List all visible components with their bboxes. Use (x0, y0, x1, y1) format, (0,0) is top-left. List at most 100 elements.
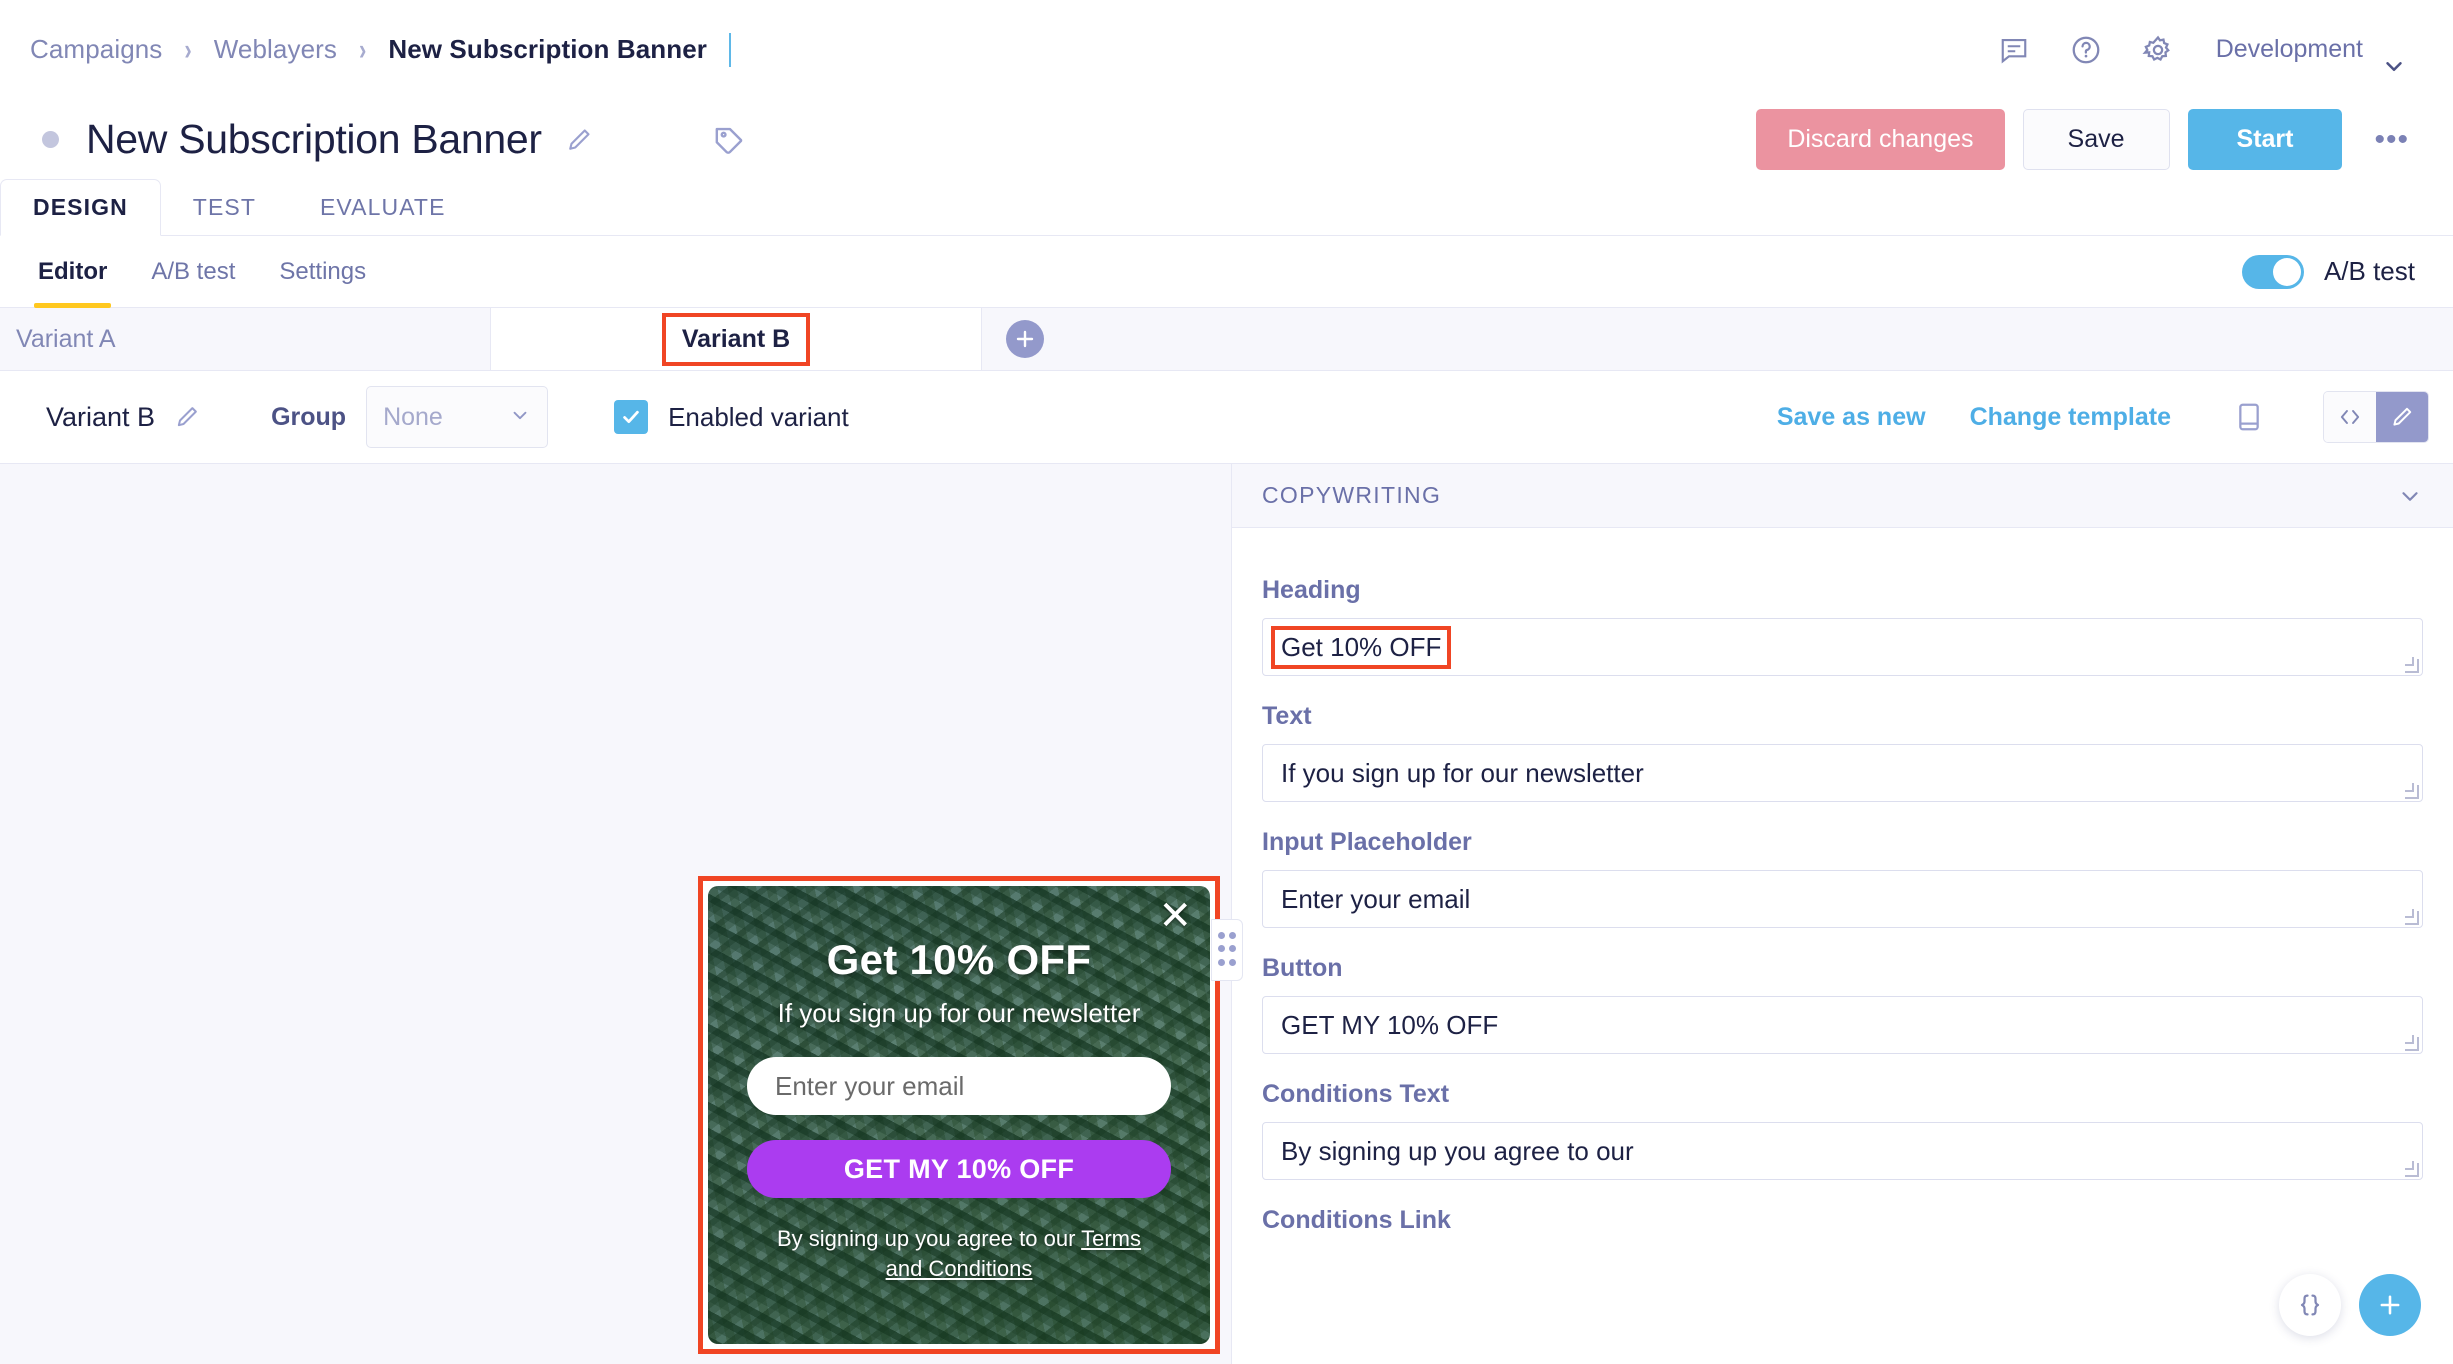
drag-dot (1229, 932, 1236, 939)
start-button[interactable]: Start (2188, 109, 2343, 170)
field-conditions-text: Conditions Text By signing up you agree … (1262, 1080, 2423, 1180)
field-label: Conditions Link (1262, 1206, 2423, 1235)
toggle-knob (2273, 258, 2301, 286)
group-select-value: None (383, 403, 443, 432)
banner-text: If you sign up for our newsletter (778, 998, 1141, 1029)
save-button[interactable]: Save (2023, 109, 2170, 170)
button-text-input[interactable]: GET MY 10% OFF (1262, 996, 2423, 1054)
variant-tab-a[interactable]: Variant A (0, 308, 491, 370)
breadcrumb-item-weblayers[interactable]: Weblayers (214, 34, 337, 65)
variant-config-bar: Variant B Group None Enabled variant Sav… (0, 371, 2453, 464)
resize-handle-icon[interactable] (2405, 659, 2419, 673)
group-select[interactable]: None (366, 386, 548, 448)
drag-dot (1218, 932, 1225, 939)
field-label: Button (1262, 954, 2423, 983)
title-bar: New Subscription Banner Discard changes … (0, 99, 2453, 180)
page-title: New Subscription Banner (86, 116, 542, 163)
editor-mode-segmented-control (2323, 391, 2429, 443)
copywriting-section-header[interactable]: COPYWRITING (1232, 464, 2453, 528)
banner-email-input[interactable]: Enter your email (747, 1057, 1171, 1115)
breadcrumb-bar: Campaigns › Weblayers › New Subscription… (0, 0, 2453, 99)
change-template-link[interactable]: Change template (1970, 403, 2171, 432)
resize-handle-icon[interactable] (2405, 1163, 2419, 1177)
field-label: Heading (1262, 576, 2423, 605)
banner-heading: Get 10% OFF (827, 936, 1092, 984)
field-label: Conditions Text (1262, 1080, 2423, 1109)
chevron-down-icon[interactable] (2397, 483, 2423, 509)
close-icon[interactable]: ✕ (1158, 896, 1192, 936)
breadcrumb-separator-icon: › (184, 32, 191, 67)
button-text-value: GET MY 10% OFF (1281, 1010, 1498, 1041)
variant-tabs: Variant A Variant B (0, 308, 2453, 371)
device-preview-icon[interactable] (2233, 401, 2265, 433)
code-brackets-icon[interactable] (2324, 392, 2376, 442)
variant-tab-a-label: Variant A (16, 325, 116, 354)
banner-cta-button[interactable]: GET MY 10% OFF (747, 1140, 1171, 1198)
ab-test-toggle[interactable] (2242, 255, 2304, 289)
drag-dot (1229, 959, 1236, 966)
heading-input[interactable]: Get 10% OFF (1262, 618, 2423, 676)
sub-tabs: Editor A/B test Settings A/B test (0, 236, 2453, 308)
breadcrumb-item-campaigns[interactable]: Campaigns (30, 34, 162, 65)
field-button: Button GET MY 10% OFF (1262, 954, 2423, 1054)
drag-dot (1218, 959, 1225, 966)
tab-design[interactable]: DESIGN (0, 179, 161, 236)
variant-tab-b-label: Variant B (666, 317, 806, 362)
visual-editor-pencil-icon[interactable] (2376, 392, 2428, 442)
subtab-editor[interactable]: Editor (16, 236, 129, 308)
tab-evaluate[interactable]: EVALUATE (288, 179, 478, 235)
floating-action-buttons (2279, 1274, 2421, 1336)
gear-icon[interactable] (2122, 25, 2194, 75)
comment-icon[interactable] (1978, 25, 2050, 75)
field-heading: Heading Get 10% OFF (1262, 576, 2423, 676)
banner-conditions: By signing up you agree to our Terms and… (759, 1224, 1159, 1283)
subtab-settings[interactable]: Settings (257, 236, 388, 308)
conditions-text-input[interactable]: By signing up you agree to our (1262, 1122, 2423, 1180)
subtab-ab-test[interactable]: A/B test (129, 236, 257, 308)
chevron-down-icon (2381, 53, 2407, 84)
help-icon[interactable] (2050, 25, 2122, 75)
section-title: COPYWRITING (1262, 482, 1441, 509)
tag-icon[interactable] (712, 123, 746, 157)
tab-test[interactable]: TEST (161, 179, 288, 235)
conditions-text-value: By signing up you agree to our (1281, 1136, 1634, 1167)
field-text: Text If you sign up for our newsletter (1262, 702, 2423, 802)
more-options-button[interactable]: ••• (2360, 109, 2423, 170)
edit-title-pencil-icon[interactable] (564, 125, 594, 155)
banner-conditions-text: By signing up you agree to our (777, 1226, 1081, 1251)
text-input[interactable]: If you sign up for our newsletter (1262, 744, 2423, 802)
campaign-editor-app: Campaigns › Weblayers › New Subscription… (0, 0, 2453, 1364)
copywriting-panel: COPYWRITING Heading Get 10% OFF Text If … (1232, 464, 2453, 1364)
resize-handle-icon[interactable] (2405, 1037, 2419, 1051)
variant-tab-b[interactable]: Variant B (491, 308, 982, 370)
discard-changes-button[interactable]: Discard changes (1756, 109, 2004, 170)
breadcrumb-item-current[interactable]: New Subscription Banner (388, 34, 707, 65)
environment-selector[interactable]: Development (2216, 37, 2419, 62)
field-label: Text (1262, 702, 2423, 731)
add-block-button[interactable] (2359, 1274, 2421, 1336)
breadcrumb: Campaigns › Weblayers › New Subscription… (0, 33, 731, 67)
field-label: Input Placeholder (1262, 828, 2423, 857)
enabled-variant-label: Enabled variant (668, 402, 849, 433)
input-placeholder-input[interactable]: Enter your email (1262, 870, 2423, 928)
banner-preview-annotation: ✕ Get 10% OFF If you sign up for our new… (698, 876, 1220, 1354)
text-value: If you sign up for our newsletter (1281, 758, 1644, 789)
enabled-variant-checkbox[interactable] (614, 400, 648, 434)
resize-handle-icon[interactable] (2405, 911, 2419, 925)
group-label: Group (271, 403, 346, 432)
breadcrumb-separator-icon: › (359, 32, 366, 67)
heading-value: Get 10% OFF (1275, 630, 1447, 665)
banner-drag-handle[interactable] (1211, 919, 1243, 981)
variant-config-actions: Save as new Change template (1733, 391, 2453, 443)
edit-variant-pencil-icon[interactable] (173, 403, 201, 431)
ab-test-toggle-label: A/B test (2324, 256, 2415, 287)
add-variant-button[interactable] (1006, 320, 1044, 358)
resize-handle-icon[interactable] (2405, 785, 2419, 799)
field-conditions-link: Conditions Link (1262, 1206, 2423, 1235)
save-as-new-link[interactable]: Save as new (1777, 403, 1926, 432)
add-variant-cell (982, 308, 1473, 370)
insert-variable-button[interactable] (2279, 1274, 2341, 1336)
subscription-banner-preview[interactable]: ✕ Get 10% OFF If you sign up for our new… (708, 886, 1210, 1344)
drag-dot (1218, 945, 1225, 952)
copywriting-fields: Heading Get 10% OFF Text If you sign up … (1232, 528, 2453, 1235)
